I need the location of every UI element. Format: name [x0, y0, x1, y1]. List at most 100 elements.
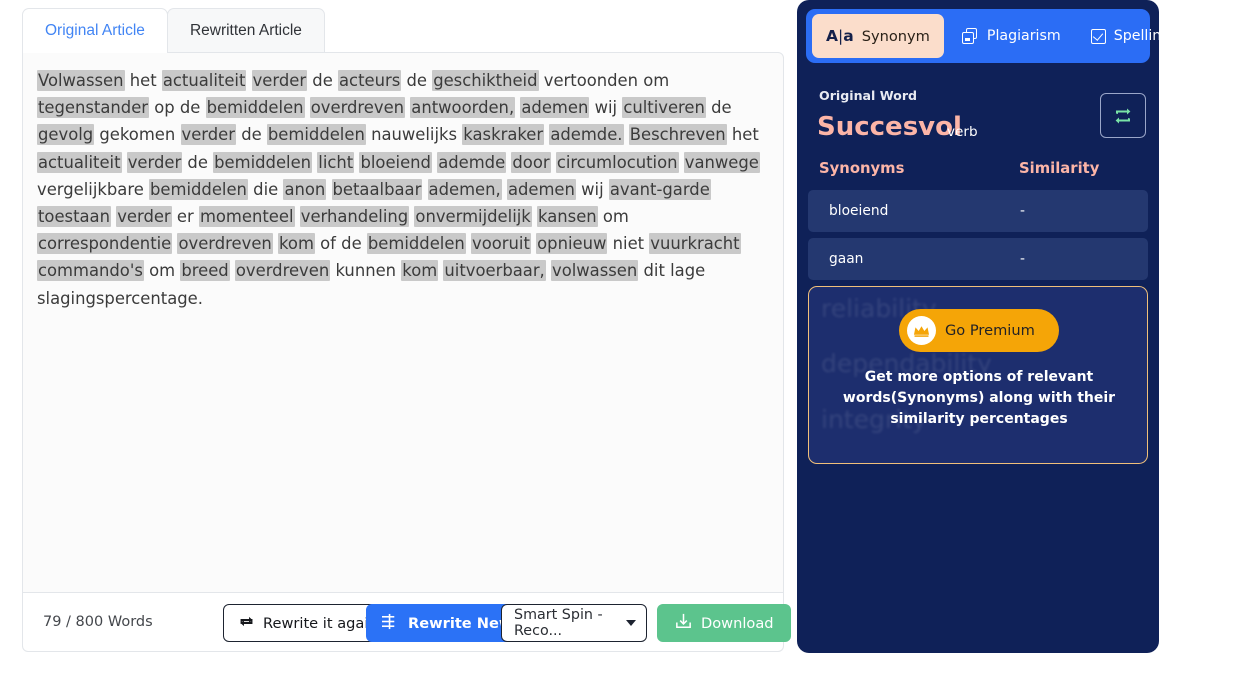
article-word: gekomen — [99, 125, 176, 145]
highlighted-word[interactable]: antwoorden, — [410, 97, 516, 119]
tab-original-article[interactable]: Original Article — [22, 8, 168, 53]
synonym-word: bloeiend — [829, 203, 889, 219]
download-icon — [674, 612, 693, 635]
highlighted-word[interactable]: cultiveren — [622, 97, 706, 119]
article-text-card[interactable]: Volwassen het actualiteit verder de acte… — [22, 52, 784, 593]
highlighted-word[interactable]: anon — [283, 178, 327, 200]
refresh-icon — [238, 613, 255, 634]
copy-icon — [961, 27, 979, 45]
highlighted-word[interactable]: bemiddelen — [213, 151, 313, 173]
article-word: de — [711, 98, 732, 118]
highlighted-word[interactable]: breed — [180, 260, 230, 282]
highlighted-word[interactable]: geschiktheid — [432, 70, 539, 91]
article-body-text[interactable]: Volwassen het actualiteit verder de acte… — [23, 53, 783, 322]
highlighted-word[interactable]: kansen — [537, 206, 598, 228]
tab-rewritten-article[interactable]: Rewritten Article — [166, 8, 325, 53]
highlighted-word[interactable]: ademde — [437, 151, 507, 173]
tab-synonym-label: Synonym — [861, 27, 930, 45]
download-button[interactable]: Download — [657, 604, 791, 642]
highlighted-word[interactable]: kom — [278, 233, 315, 255]
swap-word-button[interactable] — [1100, 93, 1146, 138]
highlighted-word[interactable]: overdreven — [234, 260, 331, 282]
tab-spelling[interactable]: Spelling — [1079, 14, 1159, 58]
spin-mode-select[interactable]: Smart Spin -Reco... — [501, 604, 647, 642]
word-count-label: 79 / 800 Words — [43, 614, 153, 630]
highlighted-word[interactable]: betaalbaar — [331, 178, 423, 200]
highlighted-word[interactable]: bemiddelen — [149, 178, 248, 200]
article-word: dit — [643, 261, 665, 281]
highlighted-word[interactable]: circumlocution — [555, 151, 679, 173]
highlighted-word[interactable]: door — [511, 151, 551, 173]
highlighted-word[interactable]: bemiddelen — [366, 233, 466, 255]
highlighted-word[interactable]: kom — [401, 260, 439, 282]
highlighted-word[interactable]: correspondentie — [37, 233, 173, 255]
highlighted-word[interactable]: overdreven — [177, 233, 273, 255]
go-premium-label: Go Premium — [945, 322, 1035, 339]
highlighted-word[interactable]: vanwege — [683, 151, 760, 173]
list-item[interactable]: gaan - — [808, 238, 1148, 280]
tab-plagiarism[interactable]: Plagiarism — [950, 14, 1073, 58]
article-word: vergelijkbare — [37, 179, 144, 199]
article-word: om — [602, 207, 629, 227]
highlighted-word[interactable]: vooruit — [471, 233, 531, 255]
aa-icon: A|a — [826, 27, 854, 45]
highlighted-word[interactable]: bloeiend — [359, 151, 432, 173]
synonyms-column-header: Synonyms — [819, 160, 905, 177]
highlighted-word[interactable]: uitvoerbaar, — [443, 260, 546, 282]
highlighted-word[interactable]: kaskraker — [462, 124, 545, 146]
highlighted-word[interactable]: ademen — [520, 97, 590, 119]
highlighted-word[interactable]: verder — [251, 70, 308, 91]
part-of-speech-label: verb — [947, 124, 978, 140]
highlighted-word[interactable]: bemiddelen — [205, 97, 305, 119]
highlighted-word[interactable]: gevolg — [37, 124, 95, 146]
highlighted-word[interactable]: volwassen — [551, 260, 639, 282]
tab-original-article-label: Original Article — [45, 22, 145, 39]
highlighted-word[interactable]: tegenstander — [37, 97, 150, 119]
go-premium-card: reliability dependability integrity Go P… — [808, 286, 1148, 464]
highlighted-word[interactable]: onvermijdelijk — [414, 206, 532, 228]
highlighted-word[interactable]: ademen, — [427, 178, 502, 200]
highlighted-word[interactable]: verder — [126, 151, 183, 173]
highlighted-word[interactable]: verhandeling — [299, 206, 410, 228]
go-premium-description: Get more options of relevant words(Synon… — [842, 369, 1116, 427]
highlighted-word[interactable]: opnieuw — [536, 233, 608, 255]
spin-mode-value: Smart Spin -Reco... — [514, 607, 603, 639]
article-word: de — [241, 125, 262, 145]
article-word: vertoonden — [543, 71, 639, 90]
article-word: de — [341, 234, 362, 254]
highlighted-word[interactable]: verder — [116, 206, 172, 228]
repeat-icon — [1115, 108, 1131, 123]
highlighted-word[interactable]: vuurkracht — [649, 233, 741, 255]
highlighted-word[interactable]: avant-garde — [608, 178, 711, 200]
sliders-icon — [381, 613, 400, 634]
highlighted-word[interactable]: ademde. — [549, 124, 624, 146]
highlighted-word[interactable]: Beschreven — [628, 124, 727, 146]
highlighted-word[interactable]: bemiddelen — [266, 124, 366, 146]
highlighted-word[interactable]: actualiteit — [161, 70, 247, 91]
article-word: slagingspercentage. — [37, 288, 203, 308]
tab-synonym[interactable]: A|a Synonym — [812, 14, 944, 58]
article-word: of — [320, 234, 336, 254]
highlighted-word[interactable]: acteurs — [338, 70, 402, 91]
synonym-similarity: - — [1020, 203, 1025, 219]
article-word: op — [154, 98, 175, 118]
article-word: de — [179, 98, 201, 118]
list-item[interactable]: bloeiend - — [808, 190, 1148, 232]
article-word: nauwelijks — [371, 125, 458, 145]
article-word: het — [129, 71, 157, 90]
go-premium-button[interactable]: Go Premium — [899, 309, 1059, 352]
highlighted-word[interactable]: Volwassen — [37, 70, 125, 91]
highlighted-word[interactable]: actualiteit — [37, 151, 122, 173]
highlighted-word[interactable]: licht — [317, 151, 355, 173]
article-word: de — [406, 71, 427, 90]
article-word: wij — [594, 98, 618, 118]
article-word: niet — [612, 234, 645, 254]
highlighted-word[interactable]: commando's — [37, 260, 144, 282]
highlighted-word[interactable]: momenteel — [198, 206, 295, 228]
article-word: er — [176, 207, 194, 227]
highlighted-word[interactable]: verder — [180, 124, 236, 146]
highlighted-word[interactable]: overdreven — [309, 97, 406, 119]
highlighted-word[interactable]: toestaan — [37, 206, 111, 228]
rewrite-it-again-label: Rewrite it again — [263, 614, 378, 632]
highlighted-word[interactable]: ademen — [506, 178, 576, 200]
